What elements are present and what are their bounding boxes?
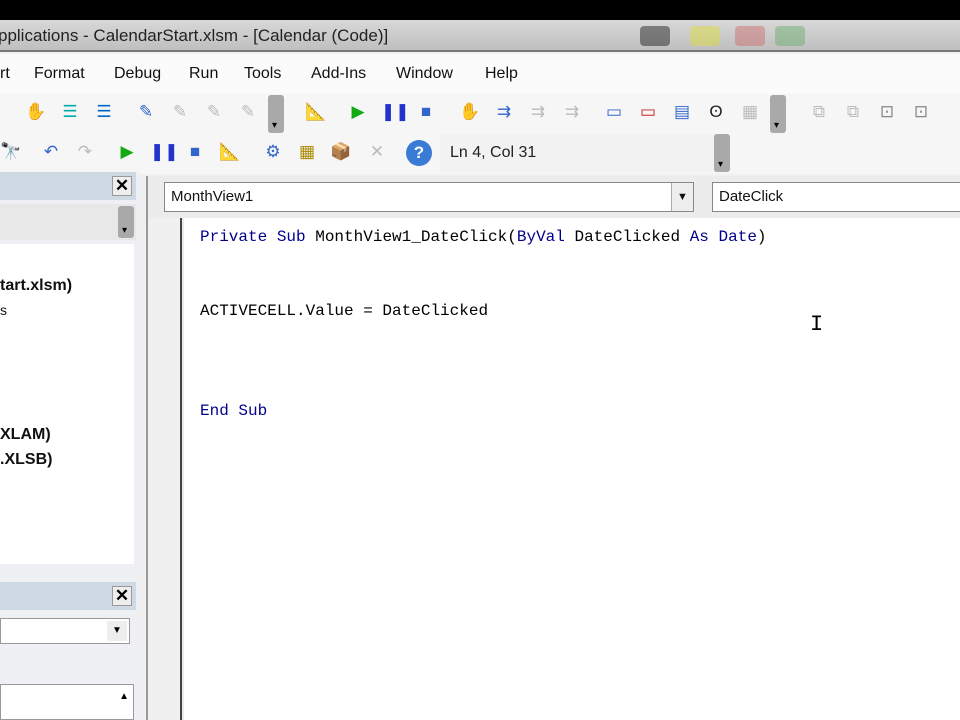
run-icon[interactable]: ▶ xyxy=(116,142,138,162)
design-mode-icon[interactable]: 📐 xyxy=(219,142,241,162)
watch-window-icon[interactable]: ▤ xyxy=(671,102,693,122)
screen-top-edge xyxy=(0,0,960,20)
cursor-position-box: Ln 4, Col 31 xyxy=(440,134,730,172)
blurred-button xyxy=(775,26,805,46)
step-over-icon: ⇉ xyxy=(530,102,546,121)
object-browser-icon[interactable]: 📦 xyxy=(330,142,352,162)
toolbar-options[interactable] xyxy=(714,134,730,172)
project-pane-header: ✕ xyxy=(0,172,136,200)
properties-window-icon[interactable]: ▦ xyxy=(296,142,318,162)
code-text: DateClicked xyxy=(564,228,690,246)
reset-icon[interactable]: ■ xyxy=(415,102,437,122)
keyword: Private Sub xyxy=(200,228,306,246)
bring-front-icon: ⧉ xyxy=(812,102,826,121)
toolbar-options[interactable] xyxy=(770,95,786,133)
close-icon[interactable]: ✕ xyxy=(112,586,132,606)
break-icon[interactable]: ❚❚ xyxy=(150,142,179,162)
keyword: ByVal xyxy=(516,228,565,246)
properties-pane-header: ✕ xyxy=(0,582,136,610)
group-icon[interactable]: ⊡ xyxy=(876,102,898,122)
code-line: End Sub xyxy=(200,402,268,420)
outdent-icon[interactable]: ☰ xyxy=(93,102,115,122)
step-into-icon[interactable]: ⇉ xyxy=(493,102,515,122)
project-explorer-pane: ✕ tart.xlsm) s XLAM) .XLSB) ✕ ▼ ▲ xyxy=(0,172,140,720)
find-icon[interactable]: 🔭 xyxy=(0,142,22,162)
run-icon[interactable]: ▶ xyxy=(347,102,369,122)
tree-item[interactable]: s xyxy=(0,302,7,318)
next-bookmark-icon: ✎ xyxy=(206,102,222,121)
project-tree[interactable]: tart.xlsm) s XLAM) .XLSB) xyxy=(0,244,134,564)
keyword: As xyxy=(689,228,709,246)
hand-icon[interactable]: ✋ xyxy=(459,102,481,122)
keyword: Date xyxy=(708,228,757,246)
cursor-position: Ln 4, Col 31 xyxy=(450,144,537,161)
toolbox-icon: ✕ xyxy=(369,142,385,161)
properties-grid[interactable]: ▲ xyxy=(0,684,134,720)
locals-window-icon[interactable]: ▭ xyxy=(603,102,625,122)
menu-window[interactable]: Window xyxy=(396,65,453,83)
toolbar-options[interactable] xyxy=(118,206,134,238)
object-combo[interactable]: MonthView1 ▼ xyxy=(164,182,694,212)
code-window: MonthView1 ▼ DateClick Private Sub Month… xyxy=(146,176,960,720)
code-margin[interactable] xyxy=(148,218,182,720)
bookmark-icon: ✎ xyxy=(172,102,188,121)
code-line: ACTIVECELL.Value = DateClicked xyxy=(200,302,489,320)
menu-format[interactable]: Format xyxy=(34,65,85,83)
close-icon[interactable]: ✕ xyxy=(112,176,132,196)
object-combo-value: MonthView1 xyxy=(171,188,254,205)
edit-toolbar: ✋ ☰ ☰ ✎ ✎ ✎ ✎ 📐 ▶ ❚❚ ■ ✋ ⇉ ⇉ ⇉ ▭ ▭ ▤ ʘ ▦… xyxy=(0,94,960,134)
project-toolbar xyxy=(0,204,136,240)
project-explorer-icon[interactable]: ⚙ xyxy=(262,142,284,162)
code-line: Private Sub MonthView1_DateClick(ByVal D… xyxy=(200,228,767,246)
procedure-combo[interactable]: DateClick xyxy=(712,182,960,212)
properties-object-select[interactable]: ▼ xyxy=(0,618,130,644)
design-mode-icon[interactable]: 📐 xyxy=(305,102,327,122)
code-editor[interactable]: Private Sub MonthView1_DateClick(ByVal D… xyxy=(184,218,960,720)
menu-help[interactable]: Help xyxy=(485,65,518,83)
window-title: pplications - CalendarStart.xlsm - [Cale… xyxy=(0,26,389,45)
menu-insert[interactable]: rt xyxy=(0,65,10,83)
tree-item[interactable]: .XLSB) xyxy=(0,451,52,469)
chevron-down-icon[interactable]: ▼ xyxy=(107,621,127,641)
help-icon[interactable]: ? xyxy=(406,140,432,166)
blurred-button xyxy=(690,26,720,46)
call-stack-icon: ▦ xyxy=(741,102,759,121)
blurred-button xyxy=(640,26,670,46)
immediate-window-icon[interactable]: ▭ xyxy=(637,102,659,122)
redo-icon: ↷ xyxy=(77,142,93,161)
menu-debug[interactable]: Debug xyxy=(114,65,161,83)
title-bar: pplications - CalendarStart.xlsm - [Cale… xyxy=(0,20,960,52)
tree-item[interactable]: tart.xlsm) xyxy=(0,277,72,295)
chevron-down-icon[interactable]: ▼ xyxy=(671,183,693,211)
quick-watch-icon[interactable]: ʘ xyxy=(705,102,727,122)
reset-icon[interactable]: ■ xyxy=(184,142,206,162)
ungroup-icon[interactable]: ⊡ xyxy=(910,102,932,122)
procedure-combo-value: DateClick xyxy=(719,188,784,205)
scroll-up-icon[interactable]: ▲ xyxy=(119,691,129,702)
code-text: ) xyxy=(756,228,767,246)
blurred-button xyxy=(735,26,765,46)
clear-bookmarks-icon: ✎ xyxy=(240,102,256,121)
toolbar-options[interactable] xyxy=(268,95,284,133)
text-cursor-icon: I xyxy=(810,312,824,337)
hand-icon[interactable]: ✋ xyxy=(25,102,47,122)
menu-tools[interactable]: Tools xyxy=(244,65,281,83)
menu-add-ins[interactable]: Add-Ins xyxy=(311,65,366,83)
tree-item[interactable]: XLAM) xyxy=(0,426,51,444)
undo-icon[interactable]: ↶ xyxy=(40,142,62,162)
menu-run[interactable]: Run xyxy=(189,65,218,83)
toggle-breakpoint-icon[interactable]: ✎ xyxy=(135,102,157,122)
break-icon[interactable]: ❚❚ xyxy=(381,102,410,122)
menu-bar: rt Format Debug Run Tools Add-Ins Window… xyxy=(0,54,960,94)
step-out-icon: ⇉ xyxy=(564,102,580,121)
send-back-icon: ⧉ xyxy=(846,102,860,121)
code-text: MonthView1_DateClick( xyxy=(305,228,517,246)
indent-icon[interactable]: ☰ xyxy=(59,102,81,122)
